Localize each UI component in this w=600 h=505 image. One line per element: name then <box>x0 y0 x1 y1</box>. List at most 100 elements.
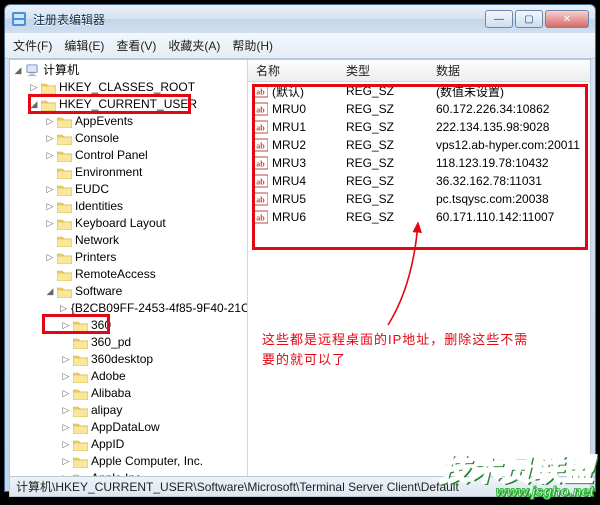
expand-icon[interactable]: ▷ <box>44 133 56 145</box>
close-button[interactable]: ✕ <box>545 10 589 28</box>
folder-icon <box>73 455 88 468</box>
list-row[interactable]: MRU6REG_SZ60.171.110.142:11007 <box>248 208 590 226</box>
collapse-icon[interactable]: ◢ <box>28 99 40 111</box>
client-area: ◢ 计算机 ▷ HKEY_CLASSES_ROOT ◢ HKEY_CURRENT… <box>9 59 591 477</box>
expand-icon[interactable]: ▷ <box>60 456 72 468</box>
tree-item[interactable]: Environment <box>10 164 247 181</box>
folder-icon <box>41 81 56 94</box>
folder-icon <box>73 387 88 400</box>
col-name[interactable]: 名称 <box>248 62 338 79</box>
menu-favorites[interactable]: 收藏夹(A) <box>168 37 220 54</box>
tree-item[interactable]: ▷AppDataLow <box>10 419 247 436</box>
tree-item[interactable]: ▷Console <box>10 130 247 147</box>
tree-software[interactable]: ◢Software <box>10 283 247 300</box>
expand-icon[interactable]: ▷ <box>60 303 67 315</box>
list-row[interactable]: MRU2REG_SZvps12.ab-hyper.com:20011 <box>248 136 590 154</box>
folder-icon <box>73 438 88 451</box>
folder-icon <box>57 183 72 196</box>
maximize-button[interactable]: ▢ <box>515 10 543 28</box>
value-name: (默认) <box>272 83 304 100</box>
col-type[interactable]: 类型 <box>338 62 428 79</box>
value-type: REG_SZ <box>338 192 428 206</box>
menu-help[interactable]: 帮助(H) <box>232 37 273 54</box>
list-row[interactable]: MRU5REG_SZpc.tsqysc.com:20038 <box>248 190 590 208</box>
expand-icon[interactable]: ▷ <box>60 354 72 366</box>
tree-item[interactable]: ▷Control Panel <box>10 147 247 164</box>
value-data: 222.134.135.98:9028 <box>428 120 590 134</box>
list-row[interactable]: MRU3REG_SZ118.123.19.78:10432 <box>248 154 590 172</box>
tree-item[interactable]: ▷EUDC <box>10 181 247 198</box>
tree-item[interactable]: ▷Alibaba <box>10 385 247 402</box>
tree-item[interactable]: ▷AppEvents <box>10 113 247 130</box>
expand-icon[interactable]: ▷ <box>28 82 40 94</box>
tree-item[interactable]: ▷Identities <box>10 198 247 215</box>
tree-item[interactable]: ▷Apple Computer, Inc. <box>10 453 247 470</box>
expand-icon[interactable]: ▷ <box>44 218 56 230</box>
string-value-icon <box>254 192 268 206</box>
expand-icon[interactable]: ▷ <box>44 116 56 128</box>
titlebar[interactable]: 注册表编辑器 — ▢ ✕ <box>5 5 595 33</box>
tree-item[interactable]: ▷Adobe <box>10 368 247 385</box>
value-data: 118.123.19.78:10432 <box>428 156 590 170</box>
annotation-arrow <box>378 215 428 330</box>
value-name: MRU6 <box>272 210 306 224</box>
list-row[interactable]: MRU1REG_SZ222.134.135.98:9028 <box>248 118 590 136</box>
tree-item[interactable]: ▷{B2CB09FF-2453-4f85-9F40-21C05E <box>10 300 247 317</box>
expand-icon[interactable]: ▷ <box>60 320 72 332</box>
string-value-icon <box>254 174 268 188</box>
app-icon <box>11 11 27 27</box>
minimize-button[interactable]: — <box>485 10 513 28</box>
value-type: REG_SZ <box>338 102 428 116</box>
tree-item[interactable]: 360_pd <box>10 334 247 351</box>
expand-icon[interactable]: ▷ <box>44 150 56 162</box>
menu-edit[interactable]: 编辑(E) <box>64 37 104 54</box>
expand-icon[interactable]: ▷ <box>60 439 72 451</box>
collapse-icon[interactable]: ◢ <box>44 286 56 298</box>
value-name: MRU3 <box>272 156 306 170</box>
tree-hkcu[interactable]: ◢ HKEY_CURRENT_USER <box>10 96 247 113</box>
col-data[interactable]: 数据 <box>428 62 590 79</box>
tree-pane[interactable]: ◢ 计算机 ▷ HKEY_CLASSES_ROOT ◢ HKEY_CURRENT… <box>10 60 248 476</box>
tree-item[interactable]: ▷Printers <box>10 249 247 266</box>
tree-item[interactable]: RemoteAccess <box>10 266 247 283</box>
expand-icon[interactable]: ▷ <box>44 201 56 213</box>
expand-icon[interactable]: ▷ <box>60 371 72 383</box>
tree-item[interactable]: ▷alipay <box>10 402 247 419</box>
expand-icon[interactable]: ▷ <box>44 184 56 196</box>
menubar: 文件(F) 编辑(E) 查看(V) 收藏夹(A) 帮助(H) <box>5 33 595 59</box>
expand-icon[interactable]: ▷ <box>60 422 72 434</box>
list-row[interactable]: (默认)REG_SZ(数值未设置) <box>248 82 590 100</box>
menu-view[interactable]: 查看(V) <box>116 37 156 54</box>
value-name: MRU4 <box>272 174 306 188</box>
tree-item[interactable]: ▷Keyboard Layout <box>10 215 247 232</box>
tree-item[interactable]: Network <box>10 232 247 249</box>
blank-icon <box>60 337 72 349</box>
menu-file[interactable]: 文件(F) <box>13 37 52 54</box>
tree-item[interactable]: ▷Apple Inc. <box>10 470 247 476</box>
tree-root[interactable]: ◢ 计算机 <box>10 62 247 79</box>
value-type: REG_SZ <box>338 84 428 98</box>
list-row[interactable]: MRU0REG_SZ60.172.226.34:10862 <box>248 100 590 118</box>
expand-icon[interactable]: ▷ <box>60 405 72 417</box>
list-pane[interactable]: 名称 类型 数据 (默认)REG_SZ(数值未设置)MRU0REG_SZ60.1… <box>248 60 590 476</box>
folder-icon <box>73 336 88 349</box>
expand-icon[interactable]: ▷ <box>60 388 72 400</box>
blank-icon <box>44 269 56 281</box>
blank-icon <box>44 235 56 247</box>
value-data: 60.172.226.34:10862 <box>428 102 590 116</box>
registry-editor-window: 注册表编辑器 — ▢ ✕ 文件(F) 编辑(E) 查看(V) 收藏夹(A) 帮助… <box>4 4 596 492</box>
collapse-icon[interactable]: ◢ <box>12 65 24 77</box>
folder-icon <box>73 404 88 417</box>
tree-item[interactable]: ▷360desktop <box>10 351 247 368</box>
folder-icon <box>57 200 72 213</box>
expand-icon[interactable]: ▷ <box>60 473 72 477</box>
tree-item[interactable]: ▷360 <box>10 317 247 334</box>
folder-icon <box>57 166 72 179</box>
tree-hkcr[interactable]: ▷ HKEY_CLASSES_ROOT <box>10 79 247 96</box>
list-row[interactable]: MRU4REG_SZ36.32.162.78:11031 <box>248 172 590 190</box>
folder-icon <box>73 421 88 434</box>
window-title: 注册表编辑器 <box>33 11 485 28</box>
folder-icon <box>57 234 72 247</box>
expand-icon[interactable]: ▷ <box>44 252 56 264</box>
tree-item[interactable]: ▷AppID <box>10 436 247 453</box>
